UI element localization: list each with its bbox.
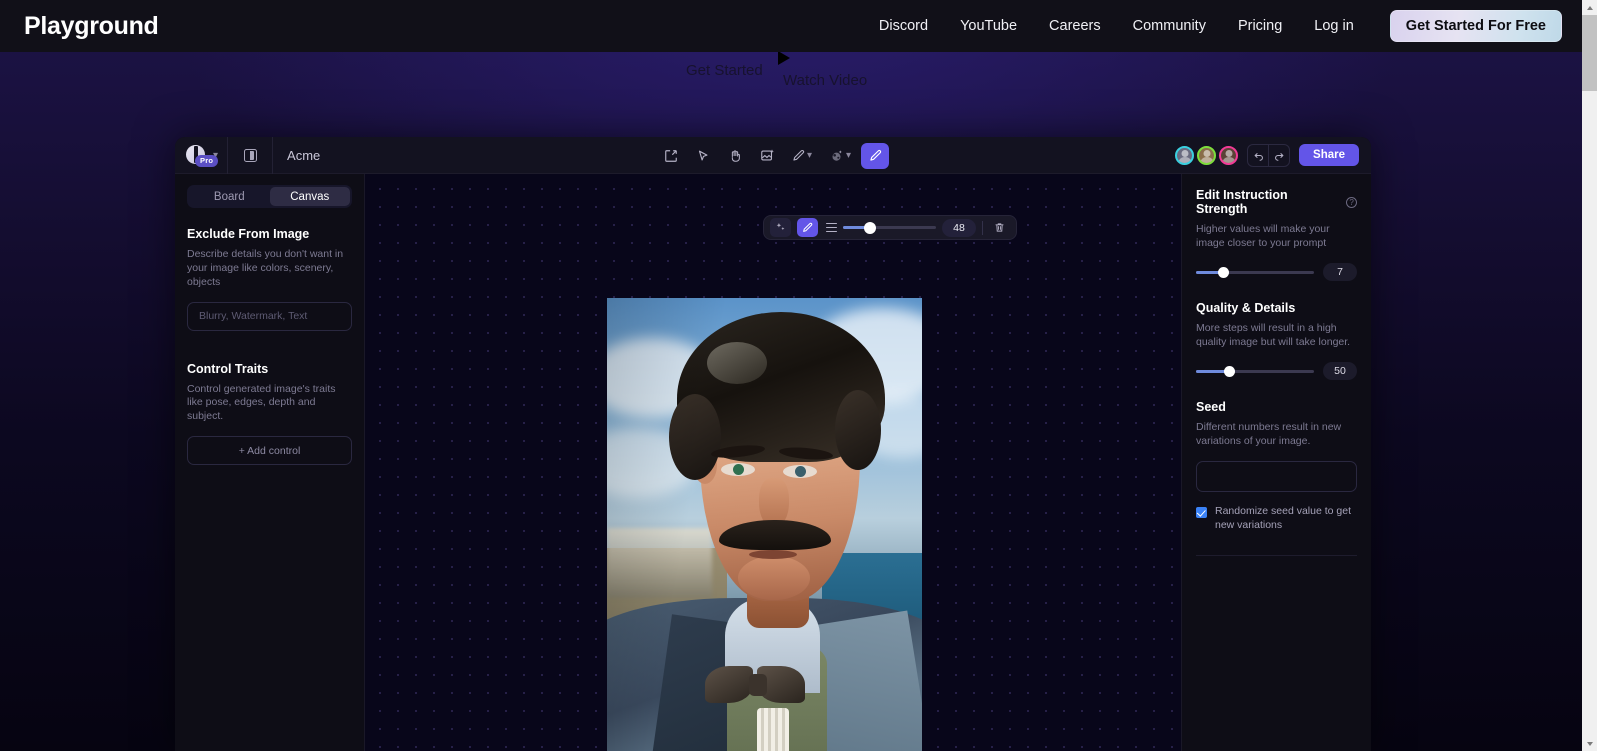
undo-button[interactable] <box>1248 145 1268 166</box>
edit-strength-title: Edit Instruction Strength <box>1196 188 1288 216</box>
collaborator-avatars <box>1175 145 1239 165</box>
nav-link-careers[interactable]: Careers <box>1049 18 1101 34</box>
panel-icon <box>243 148 257 162</box>
randomize-seed-label: Randomize seed value to get new variatio… <box>1215 505 1352 532</box>
quality-title: Quality & Details <box>1196 301 1296 316</box>
toggle-sidebar-button[interactable] <box>228 148 272 162</box>
header-right-group: Share <box>1175 143 1371 167</box>
seed-input[interactable] <box>1196 461 1357 493</box>
quality-description: More steps will result in a high quality… <box>1196 322 1351 349</box>
auto-select-button[interactable] <box>770 218 791 237</box>
scrollbar-thumb[interactable] <box>1582 15 1597 91</box>
edit-strength-description: Higher values will make your image close… <box>1196 223 1330 250</box>
hero-section: Get Started Watch Video <box>0 51 1582 100</box>
divider <box>982 220 983 235</box>
quality-slider[interactable] <box>1196 365 1314 377</box>
scroll-up-button[interactable] <box>1582 0 1597 15</box>
redo-button[interactable] <box>1269 145 1289 166</box>
app-window: Pro ▾ Acme ▾ ▾ Share Board Canvas Exclud… <box>175 137 1371 751</box>
avatar[interactable] <box>1175 145 1195 165</box>
app-logo-icon: Pro <box>186 144 219 167</box>
edit-strength-slider[interactable] <box>1196 266 1314 278</box>
help-icon[interactable]: ? <box>1346 196 1357 208</box>
brush-button[interactable] <box>797 218 818 237</box>
page-scrollbar[interactable] <box>1582 0 1597 751</box>
board-canvas-tabs: Board Canvas <box>187 185 352 208</box>
edit-strength-header: Edit Instruction Strength ? <box>1196 188 1357 216</box>
edit-strength-value: 7 <box>1323 263 1357 282</box>
delete-button[interactable] <box>989 218 1010 237</box>
divider <box>1196 555 1357 557</box>
document-title[interactable]: Acme <box>273 148 320 163</box>
nav-link-login[interactable]: Log in <box>1314 18 1354 34</box>
control-traits-description: Control generated image's traits like po… <box>187 382 336 423</box>
avatar[interactable] <box>1197 145 1217 165</box>
magic-edit-tool-button[interactable] <box>861 142 889 169</box>
nav-link-pricing[interactable]: Pricing <box>1238 18 1282 34</box>
history-controls <box>1247 143 1291 167</box>
quality-header: Quality & Details <box>1196 301 1357 315</box>
scroll-down-button[interactable] <box>1582 736 1597 751</box>
chevron-down-icon: ▾ <box>845 150 852 161</box>
brush-size-value: 48 <box>942 218 976 237</box>
seed-title: Seed <box>1196 400 1226 415</box>
brush-toolbar: 48 <box>763 215 1017 240</box>
workspace-selector[interactable]: Pro ▾ <box>175 144 227 167</box>
play-icon <box>778 51 790 65</box>
right-panel: Edit Instruction Strength ? Higher value… <box>1181 174 1371 751</box>
brush-size-icon <box>826 222 837 233</box>
chevron-down-icon <box>1586 741 1593 746</box>
import-tool-button[interactable] <box>657 143 685 169</box>
canvas-area[interactable]: 48 <box>365 174 1181 751</box>
edit-strength-control: 7 <box>1196 263 1357 282</box>
site-navbar: Playground Discord YouTube Careers Commu… <box>0 0 1582 52</box>
hero-watch-video-link[interactable]: Watch Video <box>783 72 867 89</box>
share-button[interactable]: Share <box>1299 144 1359 166</box>
add-control-button[interactable]: + Add control <box>187 436 352 466</box>
app-header: Pro ▾ Acme ▾ ▾ Share <box>175 137 1371 174</box>
brand-logo[interactable]: Playground <box>24 12 159 41</box>
hand-tool-button[interactable] <box>721 143 749 169</box>
nav-link-community[interactable]: Community <box>1133 18 1206 34</box>
tab-board[interactable]: Board <box>189 187 270 206</box>
nav-links: Discord YouTube Careers Community Pricin… <box>879 10 1562 42</box>
randomize-seed-checkbox[interactable] <box>1196 507 1207 519</box>
hero-get-started-link[interactable]: Get Started <box>686 62 763 79</box>
canvas-artwork[interactable] <box>607 298 922 751</box>
select-tool-button[interactable] <box>689 143 717 169</box>
slider-handle[interactable] <box>864 221 876 234</box>
seed-header: Seed <box>1196 400 1357 414</box>
brush-size-slider[interactable] <box>843 221 936 234</box>
avatar[interactable] <box>1219 145 1239 165</box>
chevron-up-icon <box>1586 5 1593 10</box>
generate-image-tool-button[interactable] <box>753 143 781 169</box>
seed-description: Different numbers result in new variatio… <box>1196 421 1342 448</box>
control-traits-title: Control Traits <box>187 361 269 376</box>
exclude-from-image-title: Exclude From Image <box>187 227 310 241</box>
tab-canvas[interactable]: Canvas <box>269 187 350 206</box>
get-started-button[interactable]: Get Started For Free <box>1389 10 1562 42</box>
nav-link-discord[interactable]: Discord <box>879 18 928 34</box>
left-panel: Board Canvas Exclude From Image Describe… <box>175 174 365 751</box>
pro-badge: Pro <box>195 154 219 167</box>
randomize-seed-row[interactable]: Randomize seed value to get new variatio… <box>1196 505 1357 533</box>
exclude-from-image-description: Describe details you don't want in your … <box>187 248 344 288</box>
quality-value: 50 <box>1323 362 1357 381</box>
erase-tool-button[interactable]: ▾ <box>823 143 857 169</box>
draw-tool-button[interactable]: ▾ <box>785 143 819 169</box>
app-body: Board Canvas Exclude From Image Describe… <box>175 174 1371 751</box>
exclude-from-image-input[interactable]: Blurry, Watermark, Text <box>187 301 352 331</box>
quality-control: 50 <box>1196 362 1357 381</box>
chevron-down-icon: ▾ <box>806 150 813 161</box>
nav-link-youtube[interactable]: YouTube <box>960 18 1017 34</box>
